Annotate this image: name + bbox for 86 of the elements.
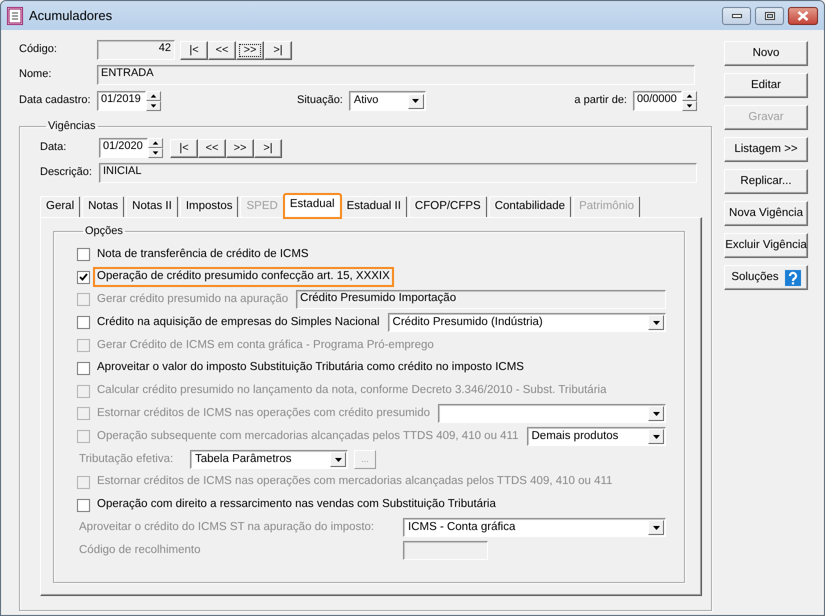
close-button[interactable] xyxy=(788,6,818,24)
checkbox[interactable] xyxy=(77,362,90,375)
tab[interactable]: CFOP/CFPS xyxy=(408,196,487,217)
checkbox-label: Gerar Crédito de ICMS em conta gráfica - Programa Pró-emprego xyxy=(96,338,435,353)
caret-icon xyxy=(334,458,342,462)
field-label: Nome: xyxy=(19,68,52,82)
field-label: Código de recolhimento xyxy=(78,542,202,558)
spin-up-icon[interactable] xyxy=(146,91,161,101)
caret-icon xyxy=(652,434,660,439)
checkbox-label: Estornar créditos de ICMS nas operações com mercadorias alcançadas pelos TTDS 409, 410 ou 411 xyxy=(96,474,614,490)
nav-button[interactable]: |< xyxy=(180,40,208,60)
tab[interactable]: Contabilidade xyxy=(488,196,572,217)
field-label: Tributação efetiva: xyxy=(78,452,174,467)
action-button[interactable]: Listagem >> xyxy=(724,137,808,162)
checkbox-label: Nota de transferência de crédito de ICMS xyxy=(96,246,310,262)
document-icon xyxy=(7,6,23,24)
checkbox[interactable] xyxy=(77,498,90,512)
nav-button[interactable]: << xyxy=(198,138,226,158)
dropdown-arrow-button[interactable] xyxy=(408,94,424,108)
checkbox[interactable] xyxy=(77,270,90,284)
nav-button[interactable]: << xyxy=(208,40,236,60)
field-label: Descrição: xyxy=(40,166,93,180)
caret-icon xyxy=(652,412,660,416)
spin-down-icon[interactable] xyxy=(682,101,697,111)
dropdown[interactable]: Crédito Presumido (Indústria) xyxy=(388,313,666,332)
spin-up-icon[interactable] xyxy=(148,138,163,148)
caret-icon xyxy=(652,526,660,530)
action-button[interactable]: Novo xyxy=(724,41,808,66)
tab[interactable]: Geral xyxy=(40,196,80,217)
checkbox-label: Operação subsequente com mercadorias alcançadas pelos TTDS 409, 410 ou 411 xyxy=(96,428,520,444)
maximize-button[interactable] xyxy=(755,6,784,24)
nav-button[interactable]: >> xyxy=(226,138,254,158)
nav-button[interactable]: >| xyxy=(254,138,282,158)
caret-icon xyxy=(652,320,660,325)
text-field[interactable] xyxy=(403,541,488,560)
description-field[interactable]: INICIAL xyxy=(99,163,697,183)
close-icon xyxy=(797,10,809,20)
checkbox-label: Operação de crédito presumido confecção art. 15, XXXIX xyxy=(95,269,392,286)
tab[interactable]: Estadual xyxy=(284,194,341,218)
tab[interactable]: Estadual II xyxy=(340,196,407,217)
spin-up-icon[interactable] xyxy=(682,91,697,101)
dropdown-arrow-button[interactable] xyxy=(648,406,664,422)
action-button[interactable]: Editar xyxy=(724,73,808,98)
field-label: Data cadastro: xyxy=(19,94,92,108)
action-button[interactable]: Replicar... xyxy=(724,169,808,194)
status-dropdown[interactable]: Ativo xyxy=(348,91,426,111)
action-button[interactable]: Soluções xyxy=(724,265,808,290)
tab[interactable]: Impostos xyxy=(180,196,238,217)
checkbox-label: Operação com direito a ressarcimento nas vendas com Substituição Tributária xyxy=(96,497,497,512)
checkbox-label: Calcular crédito presumido no lançamento da nota, conforme Decreto 3.346/2010 - Subst. Tributária xyxy=(96,383,608,398)
date-field[interactable]: 01/2020 xyxy=(99,138,148,158)
action-button[interactable]: Excluir Vigência xyxy=(724,233,808,258)
caret-icon xyxy=(412,99,420,103)
checkbox-label: Crédito na aquisição de empresas do Simples Nacional xyxy=(96,314,381,330)
tab[interactable]: Notas xyxy=(82,196,124,217)
dropdown-arrow-button[interactable] xyxy=(330,452,346,468)
field-label: Situação: xyxy=(297,94,343,108)
code-field[interactable]: 42 xyxy=(97,40,175,60)
checkbox[interactable] xyxy=(77,316,90,330)
field-label: Aproveitar o crédito do ICMS ST na apuração do imposto: xyxy=(78,520,376,536)
nav-button[interactable]: |< xyxy=(170,138,198,158)
spin-down-icon[interactable] xyxy=(146,101,161,111)
checkbox-label: Gerar crédito presumido na apuração xyxy=(96,292,290,308)
minimize-icon xyxy=(732,14,742,18)
dropdown-arrow-button[interactable] xyxy=(648,520,664,536)
window-title: Acumuladores xyxy=(29,8,112,24)
dropdown-arrow-button[interactable] xyxy=(648,429,664,444)
field-label: Data: xyxy=(40,141,68,155)
nav-button[interactable]: >| xyxy=(264,40,292,60)
checkbox[interactable] xyxy=(77,248,90,261)
field-label: a partir de: xyxy=(574,94,627,108)
date-field[interactable]: 00/0000 xyxy=(633,91,682,111)
field-label: Código: xyxy=(19,43,58,57)
action-button[interactable]: Nova Vigência xyxy=(724,201,808,226)
checkbox-label: Estornar créditos de ICMS nas operações com crédito presumido xyxy=(96,406,432,422)
group-title: Opções xyxy=(84,226,124,237)
spin-down-icon[interactable] xyxy=(148,148,163,158)
maximize-icon xyxy=(764,12,774,20)
checkbox-label: Aproveitar o valor do imposto Substituição Tributária como crédito no imposto ICMS xyxy=(96,360,525,376)
tab[interactable]: Notas II xyxy=(126,196,178,217)
dropdown-arrow-button[interactable] xyxy=(648,315,664,330)
minimize-button[interactable] xyxy=(722,6,751,24)
name-field[interactable]: ENTRADA xyxy=(97,65,695,85)
nav-button[interactable]: >> xyxy=(236,40,264,60)
group-title: Vigências xyxy=(47,121,96,132)
date-field[interactable]: 01/2019 xyxy=(97,91,146,111)
